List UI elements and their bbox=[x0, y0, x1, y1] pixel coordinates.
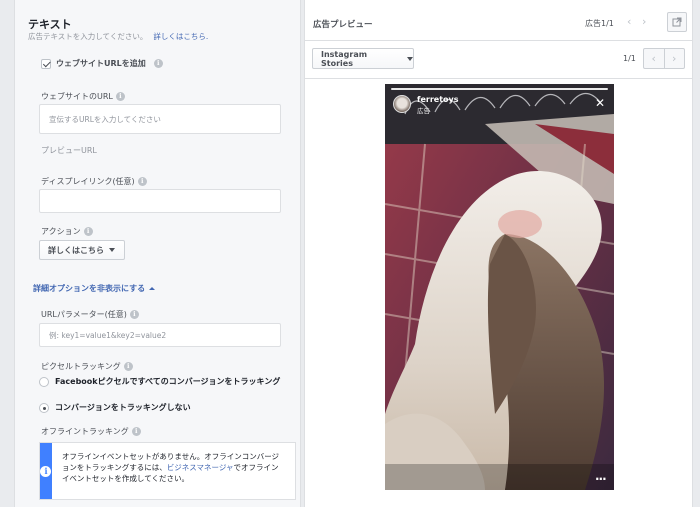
info-icon[interactable]: i bbox=[137, 177, 147, 186]
section-title: テキスト bbox=[28, 18, 72, 31]
page-nav: ‹ › bbox=[643, 48, 685, 69]
url-params-placeholder: 例: key1=value1&key2=value2 bbox=[49, 330, 167, 340]
notice-bar: i bbox=[40, 443, 52, 499]
chevron-down-icon bbox=[407, 56, 413, 61]
radio-no-tracking[interactable] bbox=[39, 403, 49, 413]
info-icon[interactable]: i bbox=[129, 310, 139, 319]
notice-text: オフラインイベントセットがありません。オフラインコンバージョンをトラッキングする… bbox=[61, 452, 280, 483]
story-preview: ferretoys 広告 ✕ ··· bbox=[385, 84, 614, 490]
chevron-up-icon bbox=[149, 287, 156, 290]
open-preview-button[interactable] bbox=[667, 12, 687, 32]
prev-page-icon[interactable]: ‹ bbox=[644, 49, 665, 68]
info-icon[interactable]: i bbox=[131, 427, 141, 436]
ad-count: 広告1/1 bbox=[585, 19, 614, 28]
website-url-input[interactable]: 宣伝するURLを入力してください bbox=[39, 104, 281, 134]
ferret-photo bbox=[385, 84, 614, 490]
learn-more-link[interactable]: 詳しくはこちら. bbox=[153, 32, 208, 41]
pixel-tracking-option-track[interactable]: Facebookピクセルですべてのコンバージョンをトラッキング bbox=[39, 376, 284, 387]
url-params-label: URLパラメーター(任意) i bbox=[41, 309, 139, 320]
info-icon[interactable]: i bbox=[123, 362, 133, 371]
preview-url-label: プレビューURL bbox=[41, 146, 97, 155]
info-icon[interactable]: i bbox=[153, 59, 163, 68]
website-url-label: ウェブサイトのURL i bbox=[41, 91, 125, 102]
url-params-input[interactable]: 例: key1=value1&key2=value2 bbox=[39, 323, 281, 347]
ad-text-panel: テキスト 広告テキストを入力してください。 詳しくはこちら. ウェブサイトURLを… bbox=[14, 0, 301, 507]
section-subtitle: 広告テキストを入力してください。 詳しくはこちら. bbox=[28, 32, 209, 41]
info-icon[interactable]: i bbox=[115, 92, 125, 101]
account-avatar bbox=[393, 95, 411, 113]
add-website-url-row[interactable]: ウェブサイトURLを追加 i bbox=[41, 58, 163, 69]
next-ad-arrow-icon[interactable]: › bbox=[642, 15, 646, 28]
business-manager-link[interactable]: ビジネスマネージャ bbox=[167, 463, 234, 472]
ad-editor: テキスト 広告テキストを入力してください。 詳しくはこちら. ウェブサイトURLを… bbox=[0, 0, 700, 507]
info-icon[interactable]: i bbox=[83, 227, 93, 236]
page-indicator: 1/1 bbox=[623, 54, 636, 63]
website-url-placeholder: 宣伝するURLを入力してください bbox=[49, 114, 161, 124]
info-icon: i bbox=[40, 465, 52, 477]
external-link-icon bbox=[672, 17, 682, 27]
add-website-url-label: ウェブサイトURLを追加 bbox=[56, 59, 146, 68]
prev-ad-arrow-icon[interactable]: ‹ bbox=[627, 15, 631, 28]
offline-tracking-notice: i オフラインイベントセットがありません。オフラインコンバージョンをトラッキング… bbox=[39, 442, 296, 500]
display-link-input[interactable] bbox=[39, 189, 281, 213]
sponsored-label: 広告 bbox=[417, 107, 430, 115]
chevron-down-icon bbox=[109, 248, 115, 252]
account-name: ferretoys bbox=[417, 95, 459, 104]
ad-preview-panel: 広告プレビュー 広告1/1 ‹ › Instagram Stories 1/1 … bbox=[304, 0, 693, 507]
radio-track-conversions[interactable] bbox=[39, 377, 49, 387]
preview-title: 広告プレビュー bbox=[313, 20, 373, 30]
add-website-url-checkbox[interactable] bbox=[41, 58, 51, 69]
pixel-tracking-label: ピクセルトラッキング i bbox=[41, 361, 133, 372]
close-icon[interactable]: ✕ bbox=[595, 97, 605, 109]
display-link-label: ディスプレイリンク(任意) i bbox=[41, 176, 147, 187]
action-label: アクション i bbox=[41, 226, 93, 237]
divider bbox=[305, 78, 692, 79]
hide-advanced-options-link[interactable]: 詳細オプションを非表示にする bbox=[33, 283, 156, 294]
pixel-tracking-option-none[interactable]: コンバージョンをトラッキングしない bbox=[39, 402, 284, 413]
story-progress-bar bbox=[391, 88, 608, 90]
format-dropdown[interactable]: Instagram Stories bbox=[312, 48, 414, 69]
offline-tracking-label: オフライントラッキング i bbox=[41, 426, 141, 437]
more-dots-icon[interactable]: ··· bbox=[595, 472, 607, 486]
action-dropdown[interactable]: 詳しくはこちら bbox=[39, 240, 125, 260]
next-page-icon[interactable]: › bbox=[665, 49, 685, 68]
